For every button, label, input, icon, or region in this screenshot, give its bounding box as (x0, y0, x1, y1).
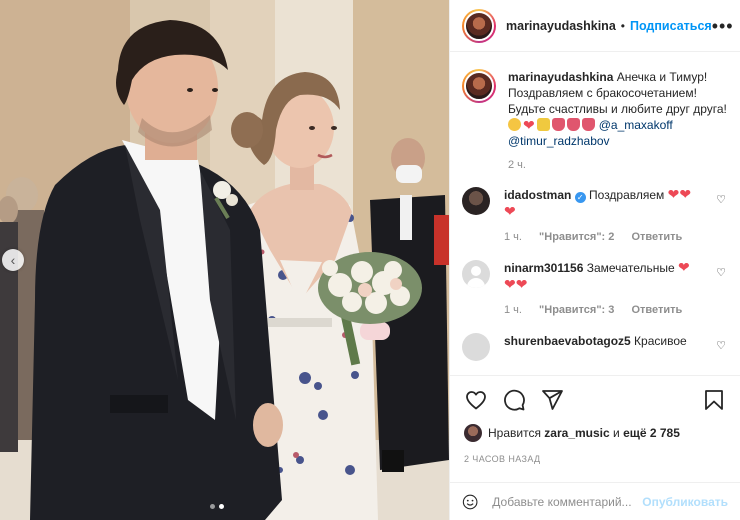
post-caption: marinayudashkina Анечка и Тимур! Поздрав… (462, 69, 728, 173)
commenter-avatar-default[interactable] (462, 333, 490, 361)
add-comment-input[interactable] (492, 494, 643, 509)
comment-meta: 1 ч. "Нравится": 2 Ответить (504, 229, 719, 246)
comment-time[interactable]: 1 ч. (504, 231, 522, 243)
comment-bubble-icon[interactable] (502, 388, 526, 412)
caption-meta: 2 ч. (508, 157, 728, 173)
post-photo[interactable]: ‹ (0, 0, 449, 520)
comment-likes-count[interactable]: "Нравится": 2 (539, 231, 614, 243)
caption-author-avatar-image (464, 71, 494, 101)
likes-more-count[interactable]: ещё 2 785 (623, 426, 680, 440)
comment-time[interactable]: 1 ч. (504, 304, 522, 316)
comment-text: Поздравляем (589, 188, 665, 202)
smiling-face-emoji-icon (508, 118, 521, 131)
comments-list[interactable]: marinayudashkina Анечка и Тимур! Поздрав… (450, 53, 740, 375)
caption-time[interactable]: 2 ч. (508, 159, 526, 171)
mention-link-2[interactable]: @timur_radzhabov (508, 134, 610, 148)
default-avatar-body-icon (467, 278, 485, 288)
share-paper-plane-icon[interactable] (540, 388, 564, 412)
comment-body: shurenbaevabotagoz5 Красивое (504, 333, 719, 361)
carousel-prev-button[interactable]: ‹ (2, 249, 24, 271)
chevron-left-icon: ‹ (10, 252, 16, 268)
post-side-panel: marinayudashkina • Подписаться ••• marin… (449, 0, 740, 520)
post-actions: Нравится zara_music и ещё 2 785 2 ЧАСОВ … (450, 375, 740, 464)
wedding-photo-illustration (0, 0, 449, 520)
heart-emoji-icon: ❤ (679, 186, 692, 202)
carousel-indicator (210, 504, 224, 509)
like-heart-icon[interactable] (464, 388, 488, 412)
reply-button[interactable]: Ответить (631, 304, 682, 316)
comment-like-heart-icon[interactable]: ♡ (716, 193, 726, 206)
comment-item: shurenbaevabotagoz5 Красивое ♡ (462, 333, 728, 361)
heart-emoji-icon: ❤ (515, 276, 528, 292)
post-header: marinayudashkina • Подписаться ••• (450, 0, 740, 52)
add-comment-bar: Опубликовать (450, 482, 740, 520)
caption-username[interactable]: marinayudashkina (508, 70, 613, 84)
liker-avatar[interactable] (464, 424, 482, 442)
author-avatar-image (464, 10, 494, 41)
caption-line-2: Поздравляем с бракосочетанием! (508, 86, 697, 100)
heart-emoji-icon: ❤ (667, 186, 680, 202)
likes-prefix: Нравится (488, 426, 541, 440)
commenter-avatar[interactable] (462, 187, 490, 215)
commenter-avatar-default[interactable] (462, 260, 490, 288)
comment-body: ninarm301156 Замечательные ❤ ❤❤ 1 ч. "Нр… (504, 260, 719, 319)
save-bookmark-icon[interactable] (702, 388, 726, 412)
comment-like-heart-icon[interactable]: ♡ (716, 339, 726, 352)
action-icons (464, 388, 726, 412)
heart-emoji-icon: ❤ (678, 259, 690, 275)
comment-meta: 1 ч. "Нравится": 3 Ответить (504, 302, 719, 319)
publish-comment-button[interactable]: Опубликовать (642, 495, 728, 509)
caption-line-3: Будьте счастливы и любите друг друга! (508, 102, 727, 116)
caption-author-avatar[interactable] (462, 69, 496, 103)
caption-emoji-row: ❤ (508, 118, 595, 132)
heart-emoji-icon: ❤ (523, 117, 535, 133)
caption-line-1: Анечка и Тимур! (616, 70, 708, 84)
comment-like-heart-icon[interactable]: ♡ (716, 266, 726, 279)
comment-text: Красивое (634, 334, 687, 348)
default-avatar-head-icon (471, 266, 481, 276)
author-username[interactable]: marinayudashkina (506, 19, 616, 33)
comment-username[interactable]: shurenbaevabotagoz5 (504, 334, 631, 348)
instagram-post-view: ‹ marinayudashkina • Подписаться ••• mar… (0, 0, 740, 520)
comment-text: Замечательные (586, 261, 675, 275)
tulip-emoji-icon (566, 118, 580, 131)
heart-emoji-icon: ❤ (504, 276, 516, 292)
follow-button[interactable]: Подписаться (630, 19, 712, 33)
more-options-icon[interactable]: ••• (712, 17, 734, 35)
mention-link-1[interactable]: @a_maxakoff (599, 118, 673, 132)
author-avatar[interactable] (462, 8, 496, 43)
carousel-dot-1 (210, 504, 215, 509)
likes-summary: Нравится zara_music и ещё 2 785 (464, 424, 726, 442)
heart-emoji-icon: ❤ (504, 203, 516, 219)
comment-item: ninarm301156 Замечательные ❤ ❤❤ 1 ч. "Нр… (462, 260, 728, 319)
likes-conjunction: и (613, 426, 620, 440)
tulip-emoji-icon (581, 118, 595, 131)
liker-username[interactable]: zara_music (544, 426, 609, 440)
caption-body: marinayudashkina Анечка и Тимур! Поздрав… (508, 69, 728, 173)
comment-username[interactable]: ninarm301156 (504, 261, 583, 275)
comment-body: idadostman ✓ Поздравляем ❤❤ ❤ 1 ч. "Нрав… (504, 187, 719, 246)
post-timestamp[interactable]: 2 ЧАСОВ НАЗАД (464, 454, 726, 464)
comment-item: idadostman ✓ Поздравляем ❤❤ ❤ 1 ч. "Нрав… (462, 187, 728, 246)
comment-likes-count[interactable]: "Нравится": 3 (539, 304, 614, 316)
emoji-smile-icon[interactable] (462, 491, 478, 513)
tulip-emoji-icon (551, 118, 565, 131)
header-separator: • (620, 18, 625, 33)
couple-emoji-icon (536, 118, 550, 131)
verified-badge-icon: ✓ (574, 192, 586, 203)
carousel-dot-2-active (219, 504, 224, 509)
comment-username[interactable]: idadostman (504, 188, 571, 202)
reply-button[interactable]: Ответить (631, 231, 682, 243)
